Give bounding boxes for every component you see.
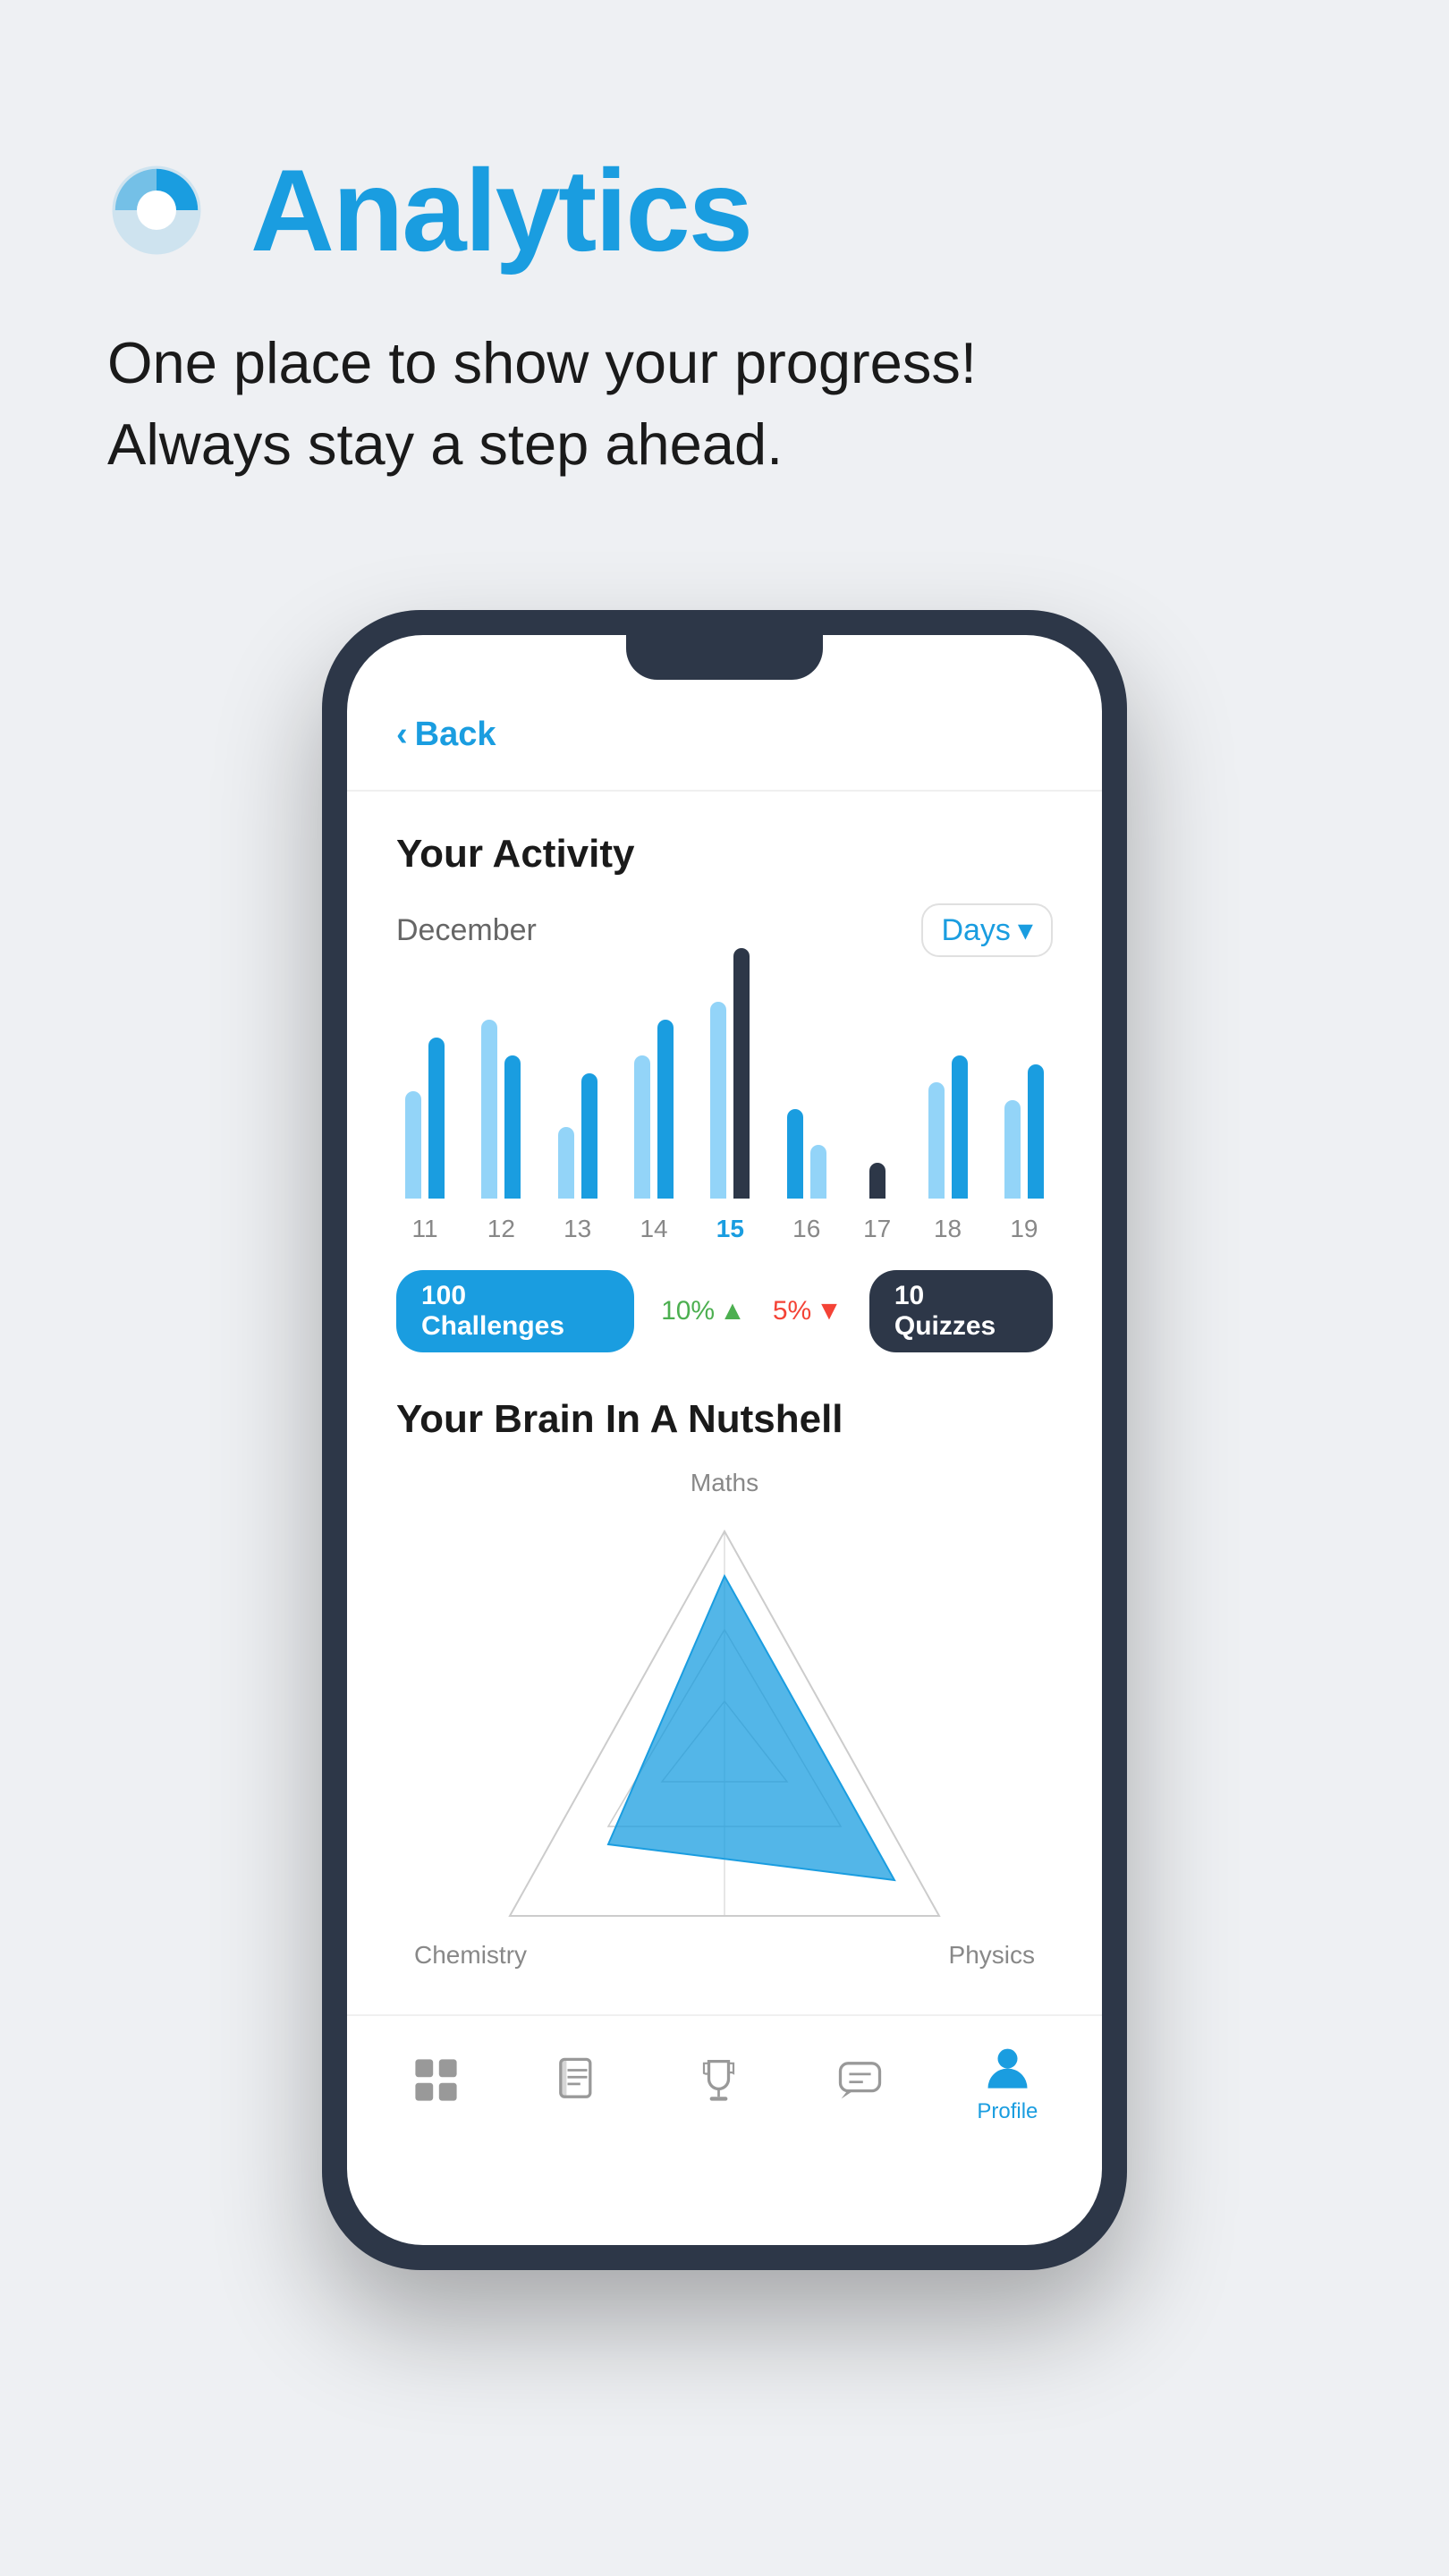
bar-dark-18	[952, 1055, 968, 1199]
bar-label-15: 15	[716, 1215, 744, 1243]
arrow-up-icon: ▲	[719, 1296, 746, 1326]
grid-icon	[411, 2055, 461, 2105]
header-section: Analytics One place to show your progres…	[0, 0, 1449, 538]
percent-down-stat: 5% ▼	[773, 1296, 843, 1326]
analytics-title-row: Analytics	[107, 143, 1342, 277]
brain-title: Your Brain In A Nutshell	[396, 1397, 1053, 1442]
bar-group-15: 15	[710, 948, 750, 1243]
screen-content: ‹ Back Your Activity December Days ▾	[347, 635, 1102, 1987]
nav-label-profile: Profile	[977, 2099, 1038, 2124]
days-label: Days	[941, 913, 1010, 948]
bar-group-17: 17	[863, 1163, 891, 1243]
bar-light-11	[405, 1091, 421, 1199]
bar-group-18: 18	[928, 1055, 968, 1243]
bar-group-13: 13	[558, 1073, 597, 1243]
bar-group-14: 14	[634, 1020, 674, 1243]
activity-title: Your Activity	[396, 832, 1053, 877]
page-title: Analytics	[250, 143, 751, 277]
challenges-badge: 100 Challenges	[396, 1270, 634, 1352]
bar-group-16: 16	[787, 1109, 826, 1243]
dropdown-chevron-icon: ▾	[1018, 912, 1033, 948]
month-label: December	[396, 913, 537, 948]
bar-light-12	[481, 1020, 497, 1199]
bar-dark-11	[428, 1038, 445, 1199]
bar-dark-14	[657, 1020, 674, 1199]
analytics-pie-icon	[107, 161, 206, 259]
bar-group-19: 19	[1004, 1064, 1044, 1243]
bar-dark-16	[787, 1109, 803, 1199]
quizzes-badge: 10 Quizzes	[869, 1270, 1053, 1352]
phone-notch	[626, 635, 823, 680]
percent-up-stat: 10% ▲	[661, 1296, 746, 1326]
bar-dark-15	[733, 948, 750, 1199]
bar-dark-12	[504, 1055, 521, 1199]
bar-light-16	[810, 1145, 826, 1199]
bar-group-11: 11	[405, 1038, 445, 1243]
nav-item-home[interactable]	[411, 2055, 461, 2112]
bar-light-15	[710, 1002, 726, 1199]
profile-icon	[983, 2043, 1032, 2092]
bottom-navigation: Profile	[347, 2014, 1102, 2169]
bar-label-19: 19	[1010, 1215, 1038, 1243]
nav-item-book[interactable]	[553, 2055, 602, 2112]
nav-item-profile[interactable]: Profile	[977, 2043, 1038, 2124]
bar-label-11: 11	[411, 1215, 437, 1243]
chat-icon	[835, 2055, 885, 2105]
bar-label-14: 14	[640, 1215, 667, 1243]
bar-dark-13	[581, 1073, 597, 1199]
radar-label-chemistry: Chemistry	[414, 1941, 527, 1970]
top-divider	[347, 790, 1102, 792]
book-icon	[553, 2055, 602, 2105]
bar-label-17: 17	[863, 1215, 891, 1243]
trophy-icon	[694, 2055, 743, 2105]
radar-label-maths: Maths	[691, 1469, 758, 1497]
phone-container: ‹ Back Your Activity December Days ▾	[0, 610, 1449, 2360]
subtitle-line2: Always stay a step ahead.	[107, 411, 783, 477]
subtitle-line1: One place to show your progress!	[107, 330, 977, 395]
phone-outer: ‹ Back Your Activity December Days ▾	[322, 610, 1127, 2270]
days-dropdown[interactable]: Days ▾	[921, 903, 1053, 957]
arrow-down-icon: ▼	[816, 1296, 843, 1326]
bar-light-19	[1004, 1100, 1021, 1199]
stats-row: 100 Challenges 10% ▲ 5% ▼ 10 Quizzes	[396, 1270, 1053, 1352]
bar-black-17	[869, 1163, 886, 1199]
bar-light-13	[558, 1127, 574, 1199]
nav-item-chat[interactable]	[835, 2055, 885, 2112]
bar-label-12: 12	[487, 1215, 515, 1243]
percent-up-value: 10%	[661, 1296, 715, 1326]
bar-group-12: 12	[481, 1020, 521, 1243]
percent-down-value: 5%	[773, 1296, 811, 1326]
phone-screen: ‹ Back Your Activity December Days ▾	[347, 635, 1102, 2245]
back-label: Back	[415, 716, 496, 754]
radar-chart-svg	[474, 1504, 975, 1952]
subtitle: One place to show your progress! Always …	[107, 322, 1342, 485]
bar-light-14	[634, 1055, 650, 1199]
brain-section: Your Brain In A Nutshell Maths	[396, 1397, 1053, 1987]
bar-dark-19	[1028, 1064, 1044, 1199]
back-button[interactable]: ‹ Back	[396, 716, 1053, 754]
activity-bar-chart: 11 12	[396, 993, 1053, 1243]
bar-light-18	[928, 1082, 945, 1199]
bar-label-16: 16	[792, 1215, 820, 1243]
radar-chart-container: Maths	[396, 1469, 1053, 1987]
nav-item-trophy[interactable]	[694, 2055, 743, 2112]
bar-label-13: 13	[564, 1215, 591, 1243]
radar-label-physics: Physics	[949, 1941, 1035, 1970]
bar-label-18: 18	[934, 1215, 962, 1243]
back-chevron-icon: ‹	[396, 716, 408, 754]
